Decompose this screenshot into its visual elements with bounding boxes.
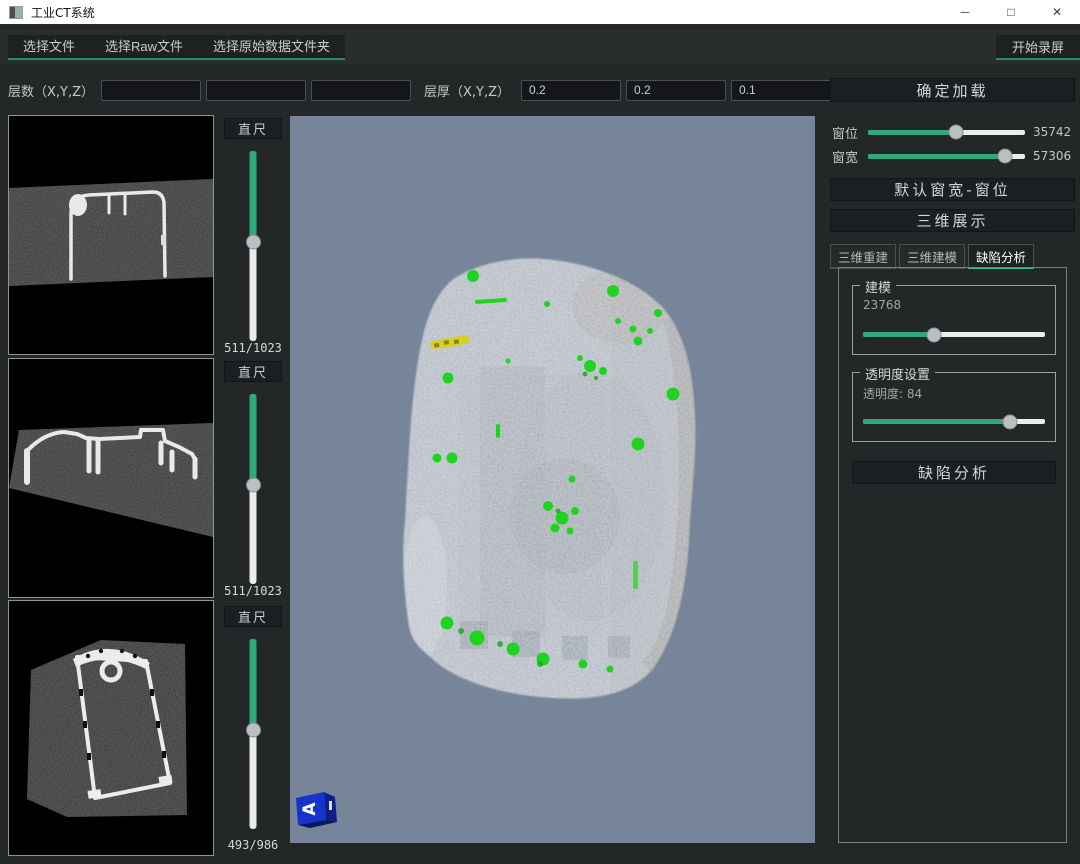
start-recording-button[interactable]: 开始录屏 <box>996 35 1080 60</box>
slider-handle[interactable] <box>246 723 261 738</box>
slider-fill <box>250 151 257 242</box>
window-title: 工业CT系统 <box>31 4 95 21</box>
layers-z-input[interactable] <box>311 80 411 101</box>
slider-fill <box>863 332 934 337</box>
slider-handle[interactable] <box>1003 414 1018 429</box>
window-width-row: 窗宽 57306 <box>832 148 1075 164</box>
window-width-slider[interactable] <box>868 154 1025 159</box>
show-3d-button[interactable]: 三维展示 <box>830 209 1075 232</box>
thickness-label: 层厚（X,Y,Z） <box>424 81 516 100</box>
modeling-value: 23768 <box>863 298 901 312</box>
slider-handle[interactable] <box>997 149 1012 164</box>
slider-handle[interactable] <box>926 327 941 342</box>
viewport-3d[interactable]: A <box>290 116 815 843</box>
slice-position-slider-bottom[interactable] <box>250 639 257 829</box>
slice-position-label-top: 511/1023 <box>217 341 289 355</box>
thickness-z-input[interactable] <box>731 80 831 101</box>
right-panel: 确定加载 窗位 35742 窗宽 57306 默认窗宽-窗位 三维展示 三维重建… <box>830 78 1075 843</box>
tab-3d-reconstruction[interactable]: 三维重建 <box>830 244 896 269</box>
layers-y-input[interactable] <box>206 80 306 101</box>
defect-analysis-button[interactable]: 缺陷分析 <box>852 461 1056 484</box>
window-level-slider[interactable] <box>868 130 1025 135</box>
slider-handle[interactable] <box>246 235 261 250</box>
default-window-button[interactable]: 默认窗宽-窗位 <box>830 178 1075 201</box>
ct-slice-image-top <box>9 116 213 354</box>
toolbar: 选择文件 选择Raw文件 选择原始数据文件夹 开始录屏 <box>0 30 1080 64</box>
window-level-label: 窗位 <box>832 123 860 142</box>
tab-defect-analysis[interactable]: 缺陷分析 <box>968 244 1034 269</box>
slider-fill <box>868 154 1005 159</box>
orientation-cube-logo: A <box>296 792 337 828</box>
titlebar: 工业CT系统 ─ □ ✕ <box>0 0 1080 24</box>
select-raw-data-folder-button[interactable]: 选择原始数据文件夹 <box>198 35 345 58</box>
ct-slice-panel-bottom <box>8 600 214 856</box>
slider-handle[interactable] <box>948 125 963 140</box>
window-controls: ─ □ ✕ <box>942 0 1080 24</box>
defect-analysis-panel: 建模 23768 透明度设置 透明度: 84 缺陷分析 <box>838 267 1067 843</box>
thickness-y-input[interactable] <box>626 80 726 101</box>
tab-3d-modeling[interactable]: 三维建模 <box>899 244 965 269</box>
transparency-value-label: 透明度: 84 <box>863 385 922 402</box>
slice-slider-bottom: 直尺 493/986 <box>217 600 289 856</box>
ruler-button-middle[interactable]: 直尺 <box>224 361 282 382</box>
file-buttons-group: 选择文件 选择Raw文件 选择原始数据文件夹 <box>8 35 345 60</box>
window-width-label: 窗宽 <box>832 147 860 166</box>
modeling-slider[interactable] <box>863 332 1045 337</box>
ct-slice-panel-middle <box>8 358 214 598</box>
parameters-row: 层数（X,Y,Z） 层厚（X,Y,Z） <box>8 78 831 102</box>
confirm-load-button[interactable]: 确定加载 <box>830 78 1075 102</box>
modeling-group-title: 建模 <box>860 277 896 296</box>
window-level-value: 35742 <box>1033 125 1075 139</box>
ct-slice-panel-top <box>8 115 214 355</box>
slider-fill <box>250 639 257 730</box>
slider-fill <box>868 130 956 135</box>
slider-fill <box>250 394 257 485</box>
transparency-slider[interactable] <box>863 419 1045 424</box>
modeling-group: 建模 23768 <box>852 285 1056 355</box>
volume-render-image: A <box>290 116 815 843</box>
slice-slider-middle: 直尺 511/1023 <box>217 358 289 600</box>
slider-fill <box>863 419 1010 424</box>
transparency-group-title: 透明度设置 <box>860 364 935 383</box>
window-level-row: 窗位 35742 <box>832 124 1075 140</box>
slice-slider-top: 直尺 511/1023 <box>217 115 289 357</box>
thickness-x-input[interactable] <box>521 80 621 101</box>
layers-label: 层数（X,Y,Z） <box>8 81 96 100</box>
ct-slice-image-bottom <box>9 601 213 855</box>
slice-position-slider-middle[interactable] <box>250 394 257 584</box>
minimize-button[interactable]: ─ <box>942 0 988 24</box>
slice-position-slider-top[interactable] <box>250 151 257 341</box>
maximize-button[interactable]: □ <box>988 0 1034 24</box>
svg-text:A: A <box>300 802 320 816</box>
industrial-ct-window: { "window": { "title": "工业CT系统", "minimi… <box>0 0 1080 864</box>
transparency-group: 透明度设置 透明度: 84 <box>852 372 1056 442</box>
slice-position-label-bottom: 493/986 <box>217 838 289 852</box>
app-icon <box>9 6 23 19</box>
ct-slice-image-middle <box>9 359 213 597</box>
ruler-button-top[interactable]: 直尺 <box>224 118 282 139</box>
slice-position-label-middle: 511/1023 <box>217 584 289 598</box>
close-button[interactable]: ✕ <box>1034 0 1080 24</box>
window-width-value: 57306 <box>1033 149 1075 163</box>
slider-handle[interactable] <box>246 478 261 493</box>
analysis-tabs: 三维重建 三维建模 缺陷分析 <box>830 244 1034 269</box>
ruler-button-bottom[interactable]: 直尺 <box>224 606 282 627</box>
layers-x-input[interactable] <box>101 80 201 101</box>
select-file-button[interactable]: 选择文件 <box>8 35 90 58</box>
select-raw-file-button[interactable]: 选择Raw文件 <box>90 35 198 58</box>
